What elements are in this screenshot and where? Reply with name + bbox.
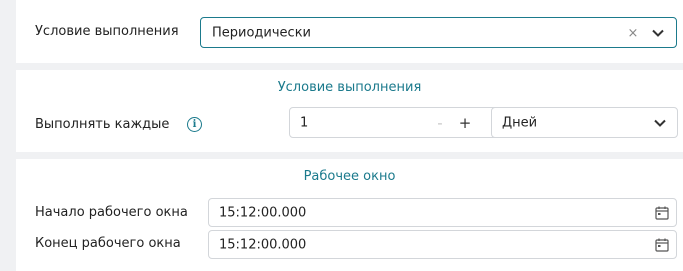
chevron-down-icon[interactable] [652,117,668,129]
close-icon[interactable]: × [626,25,640,41]
end-label: Конец рабочего окна [35,236,181,251]
condition-panel: Условие выполнения Периодически × [16,0,683,63]
decrement-button[interactable]: - [434,114,446,132]
calendar-icon[interactable] [654,205,670,221]
end-time-value: 15:12:00.000 [219,237,307,252]
calendar-icon[interactable] [654,237,670,253]
interval-unit-value: Дней [502,115,538,130]
condition-label: Условие выполнения [35,24,179,39]
schedule-panel: Условие выполнения Выполнять каждые i 1 … [16,70,683,152]
interval-value: 1 [300,115,309,130]
chevron-down-icon[interactable] [650,27,666,39]
info-icon[interactable]: i [187,117,202,132]
condition-value: Периодически [212,25,311,40]
condition-select[interactable]: Периодически × [200,17,677,48]
end-time-input[interactable]: 15:12:00.000 [208,230,677,259]
start-label: Начало рабочего окна [35,205,188,220]
interval-unit-select[interactable]: Дней [491,107,678,138]
increment-button[interactable]: + [458,114,472,132]
start-time-input[interactable]: 15:12:00.000 [208,198,677,227]
work-window-panel: Рабочее окно Начало рабочего окна 15:12:… [16,159,683,271]
repeat-label: Выполнять каждые [35,117,170,132]
start-time-value: 15:12:00.000 [219,205,307,220]
work-window-section-title: Рабочее окно [303,169,396,184]
interval-stepper[interactable]: 1 - + [289,107,505,138]
schedule-section-title: Условие выполнения [277,80,422,95]
